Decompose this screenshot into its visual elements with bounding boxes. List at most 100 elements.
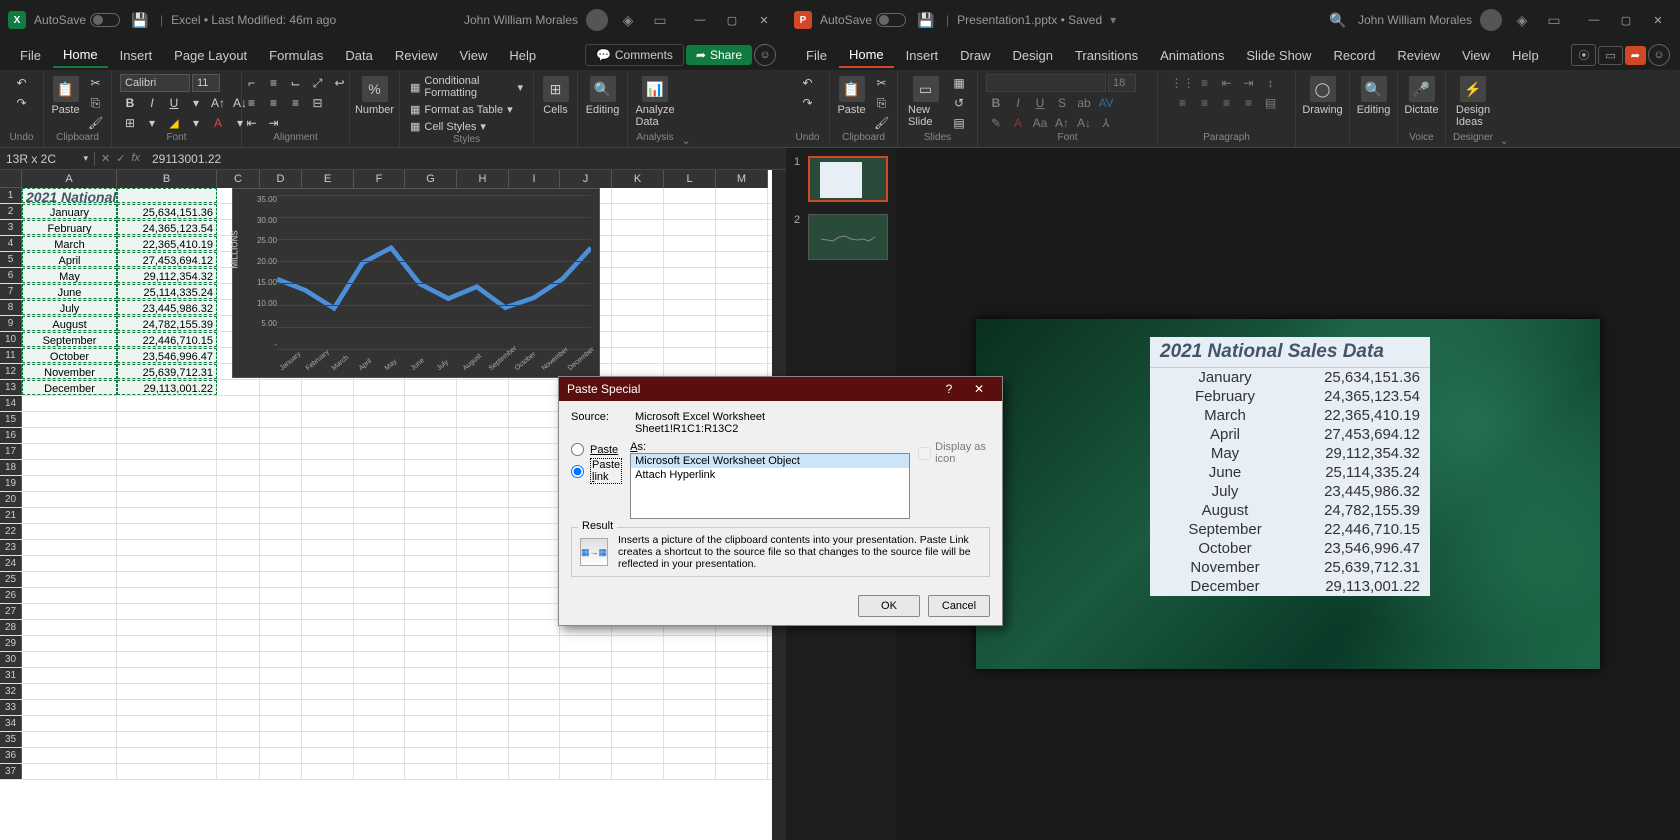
align-left-icon[interactable]: ≡ [242,94,262,112]
paste-button[interactable]: 📋Paste [835,74,867,118]
tab-animations[interactable]: Animations [1150,44,1234,67]
col-header[interactable]: C [217,170,260,188]
avatar[interactable] [586,9,608,31]
tray-icon[interactable]: ▭ [648,8,672,32]
doc-title[interactable]: Excel • Last Modified: 46m ago [171,13,336,27]
formula-input[interactable]: 29113001.22 [146,152,786,166]
user-name[interactable]: John William Morales [464,13,578,27]
tab-data[interactable]: Data [335,44,382,67]
col-header[interactable]: M [716,170,768,188]
select-all-corner[interactable] [0,170,22,188]
align-top-icon[interactable]: ⌐ [242,74,262,92]
cell-styles-button[interactable]: ▦ Cell Styles ▾ [408,119,488,134]
slide-thumb-2[interactable] [808,214,888,260]
minimize-btn[interactable]: — [1580,10,1608,30]
paste-button[interactable]: 📋Paste [49,74,81,118]
tab-view[interactable]: View [1452,44,1500,67]
maximize-btn[interactable]: ▢ [1612,10,1640,30]
orientation-icon[interactable]: ⤢ [308,74,328,92]
wrap-icon[interactable]: ↩ [330,74,350,92]
save-icon[interactable]: 💾 [128,8,152,32]
fill-color-icon[interactable]: ◢ [164,114,184,132]
avatar[interactable] [1480,9,1502,31]
fx-icon[interactable]: fx [131,152,140,165]
tab-review[interactable]: Review [385,44,448,67]
ok-button[interactable]: OK [858,595,920,617]
ribbon-collapse-icon[interactable]: ⌄ [682,136,698,147]
format-painter-icon[interactable]: 🖌 [86,114,106,132]
font-select[interactable] [986,74,1106,92]
size-select[interactable]: 11 [192,74,220,92]
col-header[interactable]: D [260,170,302,188]
present-icon[interactable]: ▭ [1598,46,1622,65]
editing-button[interactable]: 🔍Editing [584,74,622,118]
tab-pagelayout[interactable]: Page Layout [164,44,257,67]
minimize-btn[interactable]: — [686,10,714,30]
tray-icon[interactable]: ▭ [1542,8,1566,32]
col-header[interactable]: K [612,170,664,188]
number-format-button[interactable]: %Number [353,74,396,118]
drawing-button[interactable]: ◯Drawing [1300,74,1344,118]
name-box[interactable]: 13R x 2C▾ [0,152,95,166]
as-listbox[interactable]: Microsoft Excel Worksheet Object Attach … [630,453,910,519]
diamond-icon[interactable]: ◈ [616,8,640,32]
font-color-icon[interactable]: A [208,114,228,132]
slide-canvas[interactable]: 2021 National Sales Data January25,634,1… [896,148,1680,840]
enter-icon[interactable]: ✓ [116,152,125,165]
autosave-toggle[interactable]: AutoSave [34,13,120,27]
paste-link-radio[interactable]: Paste link [571,458,622,484]
undo-icon[interactable]: ↶ [12,74,32,92]
size-select[interactable]: 18 [1108,74,1136,92]
tab-transitions[interactable]: Transitions [1065,44,1148,67]
reset-icon[interactable]: ↺ [949,94,969,112]
cut-icon[interactable]: ✂ [872,74,892,92]
merge-icon[interactable]: ⊟ [308,94,328,112]
user-name[interactable]: John William Morales [1358,13,1472,27]
autosave-toggle[interactable]: AutoSave [820,13,906,27]
outdent-icon[interactable]: ⇤ [242,114,262,132]
close-button[interactable]: ✕ [964,382,994,396]
share-button[interactable]: ➦ [1625,46,1646,65]
help-button[interactable]: ? [934,382,964,396]
tab-insert[interactable]: Insert [110,44,163,67]
maximize-btn[interactable]: ▢ [718,10,746,30]
copy-icon[interactable]: ⎘ [86,94,106,112]
tab-file[interactable]: File [796,44,837,67]
tab-review[interactable]: Review [1387,44,1450,67]
ribbon-collapse-icon[interactable]: ⌄ [1500,136,1516,147]
col-header[interactable]: H [457,170,509,188]
diamond-icon[interactable]: ◈ [1510,8,1534,32]
col-header[interactable]: L [664,170,716,188]
col-header[interactable]: F [354,170,405,188]
indent-icon[interactable]: ⇥ [264,114,284,132]
col-header[interactable]: J [560,170,612,188]
bold-icon[interactable]: B [120,94,140,112]
slide-thumb-1[interactable] [808,156,888,202]
redo-icon[interactable]: ↷ [12,94,32,112]
linked-table[interactable]: 2021 National Sales Data January25,634,1… [1150,337,1430,596]
share-button[interactable]: ➦ Share [686,45,752,65]
paste-radio[interactable]: Paste [571,443,622,456]
redo-icon[interactable]: ↷ [798,94,818,112]
cancel-button[interactable]: Cancel [928,595,990,617]
tab-home[interactable]: Home [839,43,894,68]
display-as-icon-checkbox[interactable]: Display as icon [918,441,990,465]
tab-file[interactable]: File [10,44,51,67]
save-icon[interactable]: 💾 [914,8,938,32]
tab-slideshow[interactable]: Slide Show [1236,44,1321,67]
feedback-icon[interactable]: ☺ [1648,44,1670,66]
layout-icon[interactable]: ▦ [949,74,969,92]
tab-draw[interactable]: Draw [950,44,1000,67]
section-icon[interactable]: ▤ [949,114,969,132]
copy-icon[interactable]: ⎘ [872,94,892,112]
doc-title[interactable]: Presentation1.pptx • Saved [957,13,1102,27]
feedback-icon[interactable]: ☺ [754,44,776,66]
cut-icon[interactable]: ✂ [86,74,106,92]
tab-formulas[interactable]: Formulas [259,44,333,67]
col-header[interactable]: G [405,170,457,188]
italic-icon[interactable]: I [142,94,162,112]
format-table-button[interactable]: ▦ Format as Table ▾ [408,102,515,117]
grow-font-icon[interactable]: A↑ [208,94,228,112]
design-ideas-button[interactable]: ⚡Design Ideas [1454,74,1492,130]
tab-help[interactable]: Help [1502,44,1549,67]
